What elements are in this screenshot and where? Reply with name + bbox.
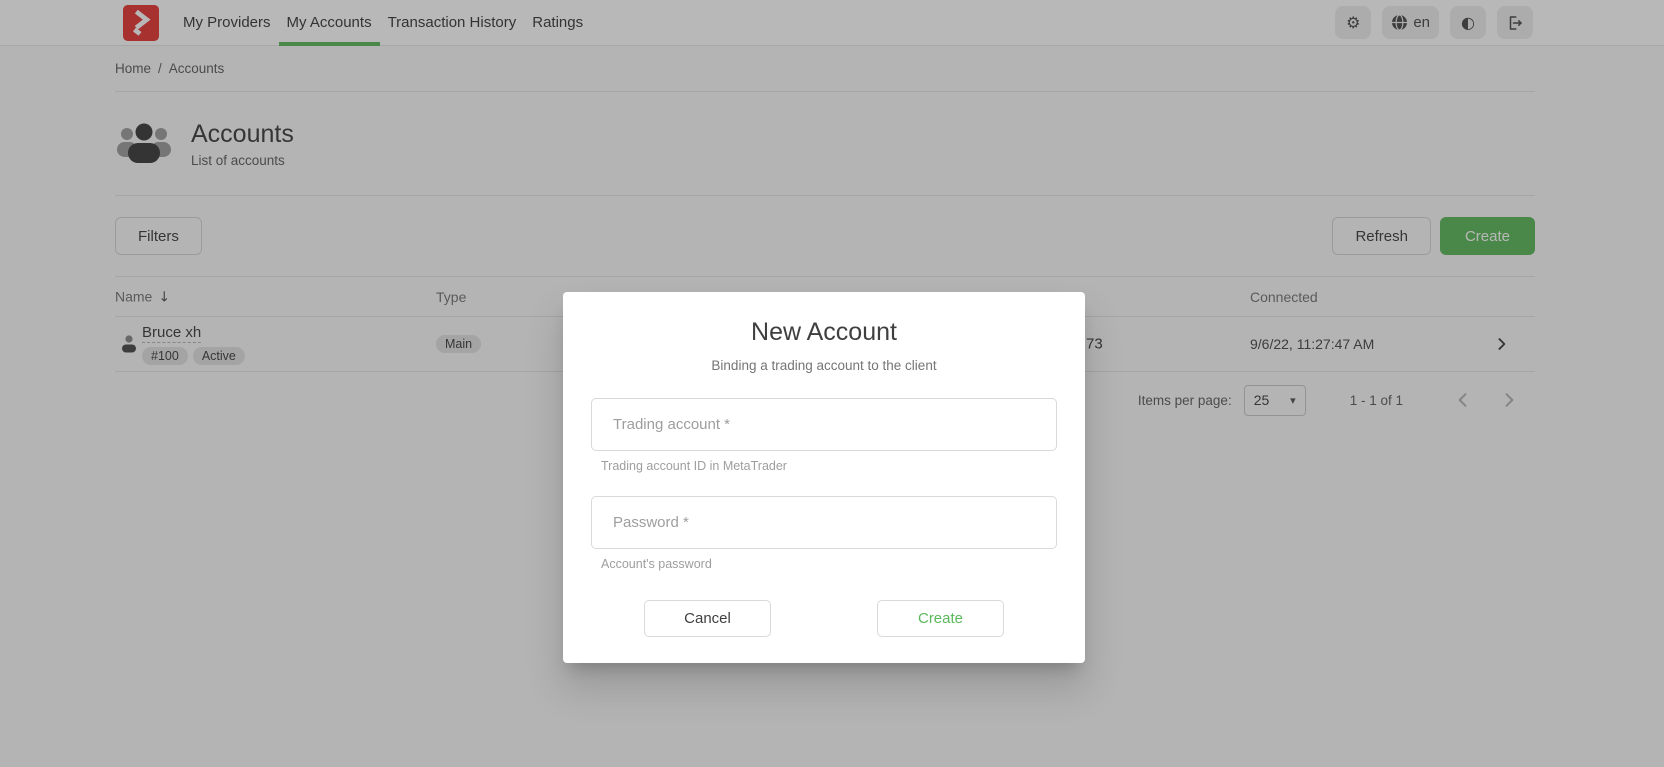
password-input[interactable] [591,496,1057,549]
modal-subtitle: Binding a trading account to the client [591,358,1057,373]
trading-account-input[interactable] [591,398,1057,451]
modal-create-button[interactable]: Create [877,600,1004,637]
trading-account-field-group: Trading account ID in MetaTrader [591,398,1057,473]
password-hint: Account's password [601,557,1057,571]
password-field-group: Account's password [591,496,1057,571]
modal-actions: Cancel Create [591,600,1057,637]
modal-title: New Account [591,318,1057,347]
cancel-button[interactable]: Cancel [644,600,771,637]
new-account-modal: New Account Binding a trading account to… [563,292,1085,663]
trading-account-hint: Trading account ID in MetaTrader [601,459,1057,473]
